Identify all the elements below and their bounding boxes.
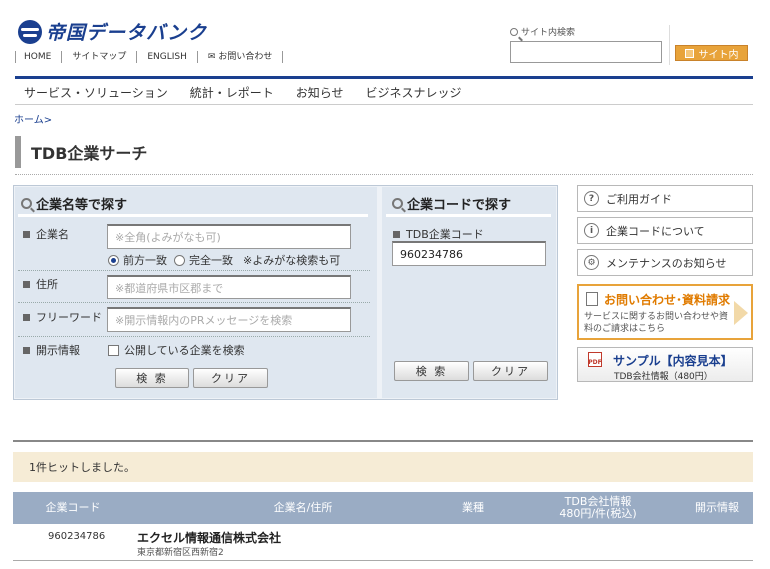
sample-link[interactable]: PDF サンプル【内容見本】 TDB会社情報（480円） [577,347,753,382]
usage-guide-link[interactable]: ? ご利用ガイド [577,185,753,212]
contact-description: サービスに関するお問い合わせや資料のご請求はこちら [584,312,729,334]
logo[interactable]: 帝国データバンク [18,18,207,45]
breadcrumb[interactable]: ホーム> [14,111,52,126]
wrench-icon: ⚙ [584,255,599,270]
tdb-code-label: TDB企業コード [393,226,484,242]
info-icon: i [584,223,599,238]
nav-services[interactable]: サービス・ソリューション [24,84,168,101]
row-divider [18,302,370,303]
code-search-button[interactable]: 検 索 [394,361,469,381]
address-input[interactable]: ※都道府県市区郡まで [107,275,351,299]
nav-news[interactable]: お知らせ [296,84,344,101]
results-table-header: 企業コード 企業名/住所 業種 TDB会社情報 480円/件(税込) 開示情報 [13,492,753,524]
code-clear-button[interactable]: クリア [473,361,548,381]
site-search-label: サイト内検索 [521,28,576,38]
row-company-name[interactable]: エクセル情報通信株式会社 [137,529,281,546]
company-code-info-link[interactable]: i 企業コードについて [577,217,753,244]
search-icon [21,198,32,209]
disclosure-option: 公開している企業を検索 [108,342,245,358]
question-icon: ? [584,191,599,206]
disclosure-checkbox[interactable] [108,344,119,356]
logo-text: 帝国データバンク [46,22,207,44]
sample-subtitle: TDB会社情報（480円） [614,372,713,382]
divider [669,25,670,65]
col-disclosure: 開示情報 [695,501,739,514]
nav-english[interactable]: ENGLISH [136,51,197,63]
document-icon [586,292,598,306]
nav-knowledge[interactable]: ビジネスナレッジ [366,84,462,101]
main-nav: サービス・ソリューション 統計・レポート お知らせ ビジネスナレッジ [24,84,462,101]
site-search-button[interactable]: サイト内 [675,45,748,61]
row-company-address: 東京都新宿区西新宿2 [137,548,224,558]
nav-home[interactable]: HOME [15,51,61,63]
freeword-input[interactable]: ※開示情報内のPRメッセージを検索 [107,307,351,332]
col-company-code: 企業コード [45,501,101,514]
nav-contact[interactable]: ✉ お問い合わせ [196,51,284,63]
tdb-logo-icon [18,19,42,44]
search-by-code-heading: 企業コードで探す [392,194,511,213]
table-row: 960234786 エクセル情報通信株式会社 東京都新宿区西新宿2 [13,524,753,561]
nav-statistics[interactable]: 統計・レポート [190,84,274,101]
freeword-label: フリーワード [23,309,102,325]
nav-divider [15,104,753,105]
search-icon [510,27,518,36]
mail-icon: ✉ [207,52,216,62]
title-divider [15,174,753,175]
contact-title: お問い合わせ･資料請求 [604,293,731,307]
arrow-right-icon [734,301,748,325]
address-label: 住所 [23,276,58,292]
search-by-name-heading: 企業名等で探す [21,194,127,213]
page-title: TDB企業サーチ [15,136,147,168]
match-options: 前方一致 完全一致 ※よみがな検索も可 [108,252,340,268]
contact-request-link[interactable]: お問い合わせ･資料請求 サービスに関するお問い合わせや資料のご請求はこちら [577,284,753,340]
search-icon [392,198,403,209]
row-divider [18,270,370,271]
match-exact-radio[interactable] [174,254,185,266]
name-search-button[interactable]: 検 索 [115,368,189,388]
row-divider [18,336,370,337]
site-search: サイト内検索 [510,25,665,63]
pdf-icon: PDF [588,352,602,367]
results-divider [13,440,753,442]
company-name-label: 企業名 [23,226,69,242]
hit-count: 1件ヒットしました。 [13,452,753,482]
heading-underline [18,214,368,217]
nav-sitemap[interactable]: サイトマップ [61,51,136,63]
col-tdb-info: TDB会社情報 480円/件(税込) [559,495,637,520]
search-box-icon [684,48,694,58]
header-divider [15,76,753,79]
site-search-input[interactable] [510,41,662,63]
sample-title: サンプル【内容見本】 [613,354,733,368]
match-prefix-radio[interactable] [108,254,119,266]
top-nav: HOME サイトマップ ENGLISH ✉ お問い合わせ [15,51,284,63]
row-company-code: 960234786 [48,531,106,542]
heading-underline [386,214,551,217]
name-clear-button[interactable]: クリア [193,368,268,388]
tdb-code-input[interactable]: 960234786 [392,241,546,266]
disclosure-label: 開示情報 [23,342,80,358]
maintenance-notice-link[interactable]: ⚙ メンテナンスのお知らせ [577,249,753,276]
company-name-input[interactable]: ※全角(よみがなも可) [107,224,351,249]
